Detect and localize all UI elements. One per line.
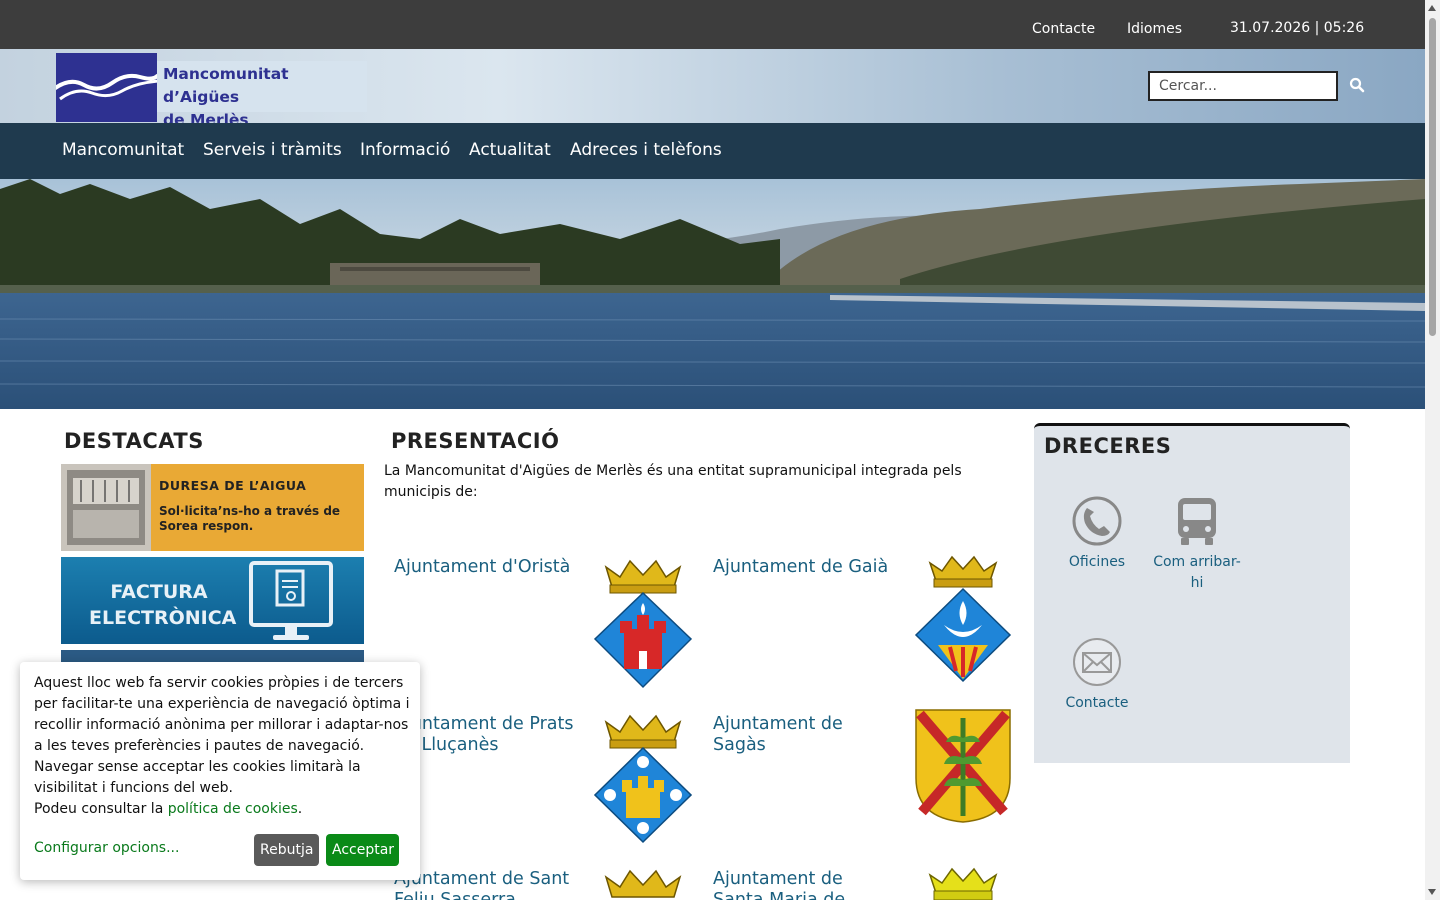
shortcut-com-arribar-line-1: Com arribar- xyxy=(1153,554,1241,570)
municipality-prats-line-2: de Lluçanès xyxy=(394,735,499,755)
phone-icon xyxy=(1072,496,1122,546)
cookie-accept-button[interactable]: Acceptar xyxy=(326,834,399,866)
scroll-up-arrow[interactable] xyxy=(1428,5,1436,11)
top-languages-link[interactable]: Idiomes xyxy=(1127,21,1182,37)
destacats-title: DESTACATS xyxy=(64,429,204,453)
cookie-text-block: Aquest lloc web fa servir cookies pròpie… xyxy=(34,673,410,820)
site-logo[interactable]: Mancomunitat d’Aigües de Merlès xyxy=(56,53,367,129)
banner-duresa-line-1: Sol·licita’ns-ho a través de xyxy=(159,504,341,518)
municipality-prats-line-1: Ajuntament de Prats xyxy=(394,714,574,734)
presentacio-title: PRESENTACIÓ xyxy=(391,429,560,453)
logo-mark xyxy=(56,53,157,122)
nav-item-informacio[interactable]: Informació xyxy=(360,140,450,160)
shortcut-contacte-label: Contacte xyxy=(1065,695,1129,711)
municipality-gaia-line-1: Ajuntament de Gaià xyxy=(713,557,889,577)
sant-feliu-coat-of-arms-icon xyxy=(604,869,682,898)
banner-factura-line-2: ELECTRÒNICA xyxy=(89,607,237,629)
page-scrollbar[interactable] xyxy=(1425,0,1440,900)
banner-factura-text: FACTURA ELECTRÒNICA xyxy=(89,579,237,631)
orista-coat-of-arms-icon xyxy=(594,559,692,689)
logo-text: Mancomunitat d’Aigües de Merlès xyxy=(163,63,367,132)
dreceres-title: DRECERES xyxy=(1044,434,1172,458)
banner-factura-line-1: FACTURA xyxy=(110,581,208,603)
cookie-reject-button[interactable]: Rebutja xyxy=(254,834,319,866)
cookie-message: Aquest lloc web fa servir cookies pròpie… xyxy=(34,675,410,796)
reservoir-landscape xyxy=(0,179,1425,409)
municipality-sant-feliu-line-2: Feliu Sasserra xyxy=(394,890,516,900)
municipality-sant-feliu-link[interactable]: Ajuntament de Sant Feliu Sasserra xyxy=(394,869,569,900)
cookie-policy-prefix: Podeu consultar la xyxy=(34,801,168,817)
scroll-down-arrow[interactable] xyxy=(1428,889,1436,895)
search-button[interactable] xyxy=(1347,76,1367,96)
shortcut-contacte[interactable]: Contacte xyxy=(1047,637,1147,714)
municipality-prats-link[interactable]: Ajuntament de Prats de Lluçanès xyxy=(394,714,574,756)
gaia-coat-of-arms-icon xyxy=(914,555,1012,683)
search-icon xyxy=(1349,77,1365,92)
envelope-icon xyxy=(1073,638,1121,686)
municipality-santa-maria-line-2: Santa Maria de xyxy=(713,890,846,900)
logo-line-1: Mancomunitat d’Aigües xyxy=(163,65,289,106)
banner-factura-electronica[interactable]: FACTURA ELECTRÒNICA xyxy=(61,557,364,644)
banner-duresa-text: Sol·licita’ns-ho a través de Sorea respo… xyxy=(159,504,340,534)
cookie-policy-line: Podeu consultar la política de cookies. xyxy=(34,799,410,820)
shortcut-com-arribar-line-2: hi xyxy=(1190,575,1204,591)
top-bar: Contacte Idiomes 31.07.2026 | 05:26 xyxy=(0,0,1425,49)
cookie-configure-link[interactable]: Configurar opcions... xyxy=(34,840,179,856)
municipality-santa-maria-link[interactable]: Ajuntament de Santa Maria de xyxy=(713,869,845,900)
dreceres-panel: DRECERES Oficines Com arribar- hi Contac… xyxy=(1034,423,1350,763)
municipality-orista-line-1: Ajuntament d'Oristà xyxy=(394,557,571,577)
main-nav: Mancomunitat Serveis i tràmits Informaci… xyxy=(0,123,1425,179)
nav-item-adreces[interactable]: Adreces i telèfons xyxy=(570,140,722,160)
banner-duresa-aigua[interactable]: DURESA DE L’AIGUA Sol·licita’ns-ho a tra… xyxy=(61,464,364,551)
monitor-invoice-icon xyxy=(249,561,333,640)
hero-image-reservoir xyxy=(0,179,1425,409)
bus-icon xyxy=(1178,498,1216,545)
banner-duresa-line-2: Sorea respon. xyxy=(159,519,254,533)
santa-maria-coat-of-arms-icon xyxy=(928,867,998,900)
prats-coat-of-arms-icon xyxy=(594,714,692,844)
search-input[interactable] xyxy=(1148,71,1338,101)
cookie-policy-suffix: . xyxy=(297,801,303,817)
municipality-sagas-link[interactable]: Ajuntament de Sagàs xyxy=(713,714,843,756)
logo-wave-icon xyxy=(56,73,157,101)
sagas-coat-of-arms-icon xyxy=(915,709,1011,823)
municipality-orista-link[interactable]: Ajuntament d'Oristà xyxy=(394,557,570,578)
shortcut-oficines[interactable]: Oficines xyxy=(1047,496,1147,573)
municipality-sagas-line-1: Ajuntament de xyxy=(713,714,843,734)
date-time: 31.07.2026 | 05:26 xyxy=(1230,20,1365,36)
scrollbar-thumb[interactable] xyxy=(1429,18,1436,336)
municipality-sagas-line-2: Sagàs xyxy=(713,735,766,755)
site-header: Mancomunitat d’Aigües de Merlès xyxy=(0,49,1425,129)
top-contact-link[interactable]: Contacte xyxy=(1032,21,1095,37)
cookie-consent-dialog: Aquest lloc web fa servir cookies pròpie… xyxy=(20,662,420,880)
banner-duresa-title: DURESA DE L’AIGUA xyxy=(159,478,307,493)
cookie-policy-link[interactable]: política de cookies xyxy=(168,801,298,817)
shortcut-oficines-label: Oficines xyxy=(1068,554,1126,570)
nav-item-mancomunitat[interactable]: Mancomunitat xyxy=(62,140,184,160)
municipality-gaia-link[interactable]: Ajuntament de Gaià xyxy=(713,557,888,578)
nav-item-actualitat[interactable]: Actualitat xyxy=(469,140,551,160)
nav-item-serveis[interactable]: Serveis i tràmits xyxy=(203,140,342,160)
municipality-sant-feliu-line-1: Ajuntament de Sant xyxy=(394,869,570,889)
presentacio-intro: La Mancomunitat d'Aigües de Merlès és un… xyxy=(384,463,962,500)
shortcut-com-arribar[interactable]: Com arribar- hi xyxy=(1147,496,1247,594)
municipality-santa-maria-line-1: Ajuntament de xyxy=(713,869,843,889)
